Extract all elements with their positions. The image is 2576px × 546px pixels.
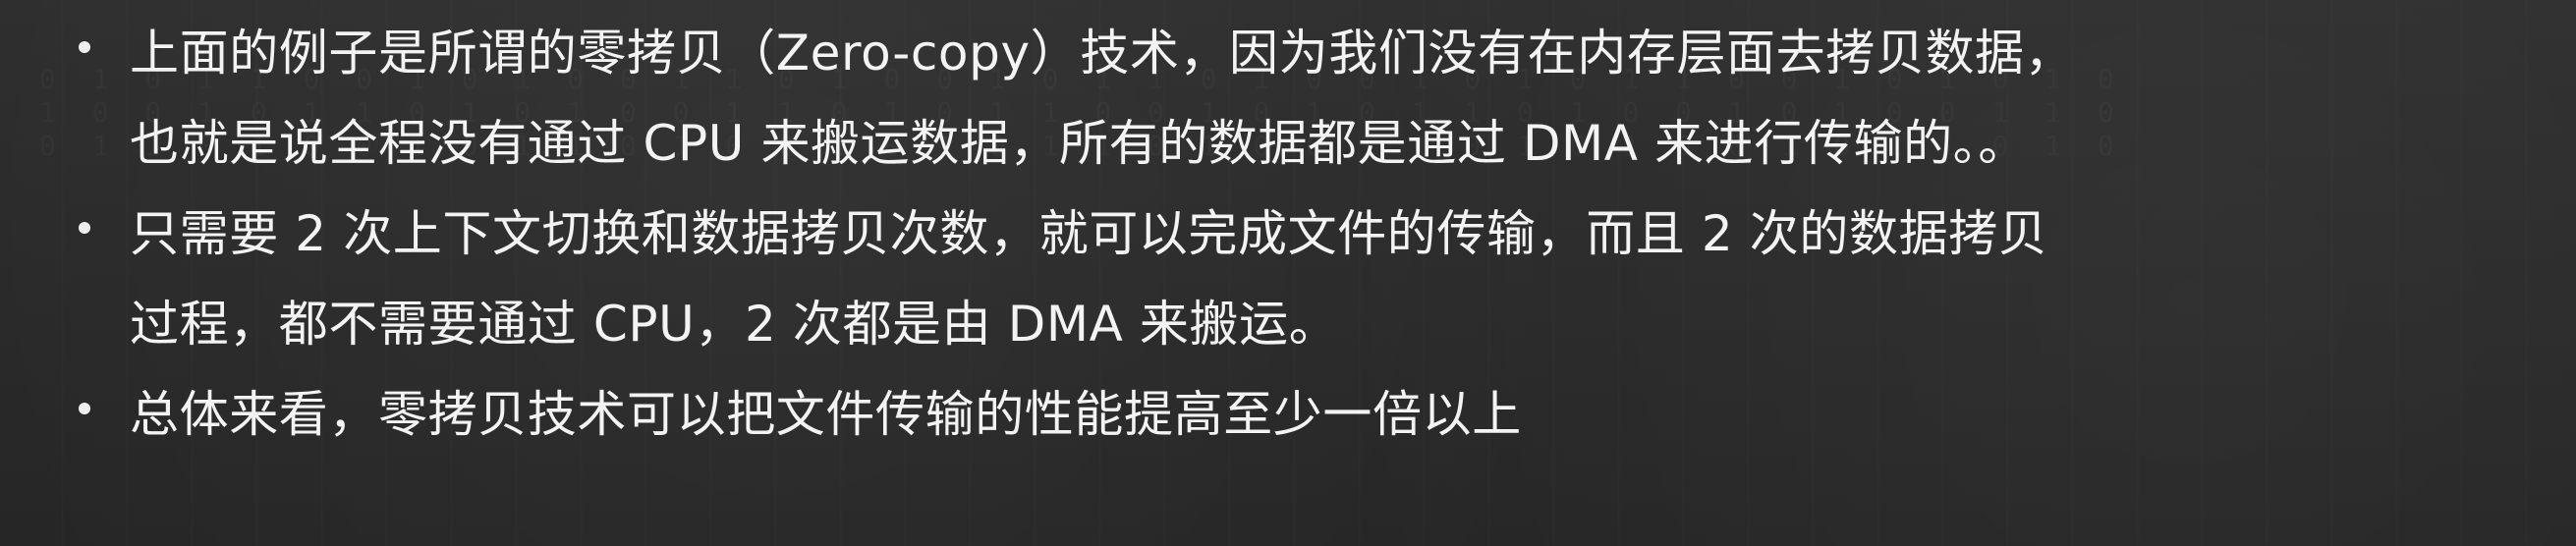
- bullet-icon: [39, 369, 130, 460]
- bullet-text: 总体来看，零拷贝技术可以把文件传输的性能提高至少一倍以上: [130, 369, 2517, 460]
- bullet-line: 总体来看，零拷贝技术可以把文件传输的性能提高至少一倍以上: [130, 386, 1522, 443]
- bullet-item-1: 上面的例子是所谓的零拷贝（Zero-copy）技术，因为我们没有在内存层面去拷贝…: [39, 8, 2517, 189]
- bullet-list: 上面的例子是所谓的零拷贝（Zero-copy）技术，因为我们没有在内存层面去拷贝…: [39, 8, 2517, 460]
- bullet-line: 也就是说全程没有通过 CPU 来搬运数据，所有的数据都是通过 DMA 来进行传输…: [130, 115, 2028, 172]
- slide: 0 1 0 1 1 0 0 1 0 1 0 0 1 1 0 1 0 0 1 0 …: [0, 0, 2576, 546]
- bullet-line: 上面的例子是所谓的零拷贝（Zero-copy）技术，因为我们没有在内存层面去拷贝…: [130, 25, 2075, 82]
- bullet-text: 上面的例子是所谓的零拷贝（Zero-copy）技术，因为我们没有在内存层面去拷贝…: [130, 8, 2517, 189]
- bullet-line: 过程，都不需要通过 CPU，2 次都是由 DMA 来搬运。: [130, 296, 1339, 353]
- bullet-icon: [39, 189, 130, 279]
- bullet-line: 只需要 2 次上下文切换和数据拷贝次数，就可以完成文件的传输，而且 2 次的数据…: [130, 205, 2048, 262]
- bullet-item-3: 总体来看，零拷贝技术可以把文件传输的性能提高至少一倍以上: [39, 369, 2517, 460]
- bullet-item-2: 只需要 2 次上下文切换和数据拷贝次数，就可以完成文件的传输，而且 2 次的数据…: [39, 189, 2517, 369]
- bullet-text: 只需要 2 次上下文切换和数据拷贝次数，就可以完成文件的传输，而且 2 次的数据…: [130, 189, 2517, 369]
- slide-content: 上面的例子是所谓的零拷贝（Zero-copy）技术，因为我们没有在内存层面去拷贝…: [0, 0, 2576, 546]
- bullet-icon: [39, 8, 130, 98]
